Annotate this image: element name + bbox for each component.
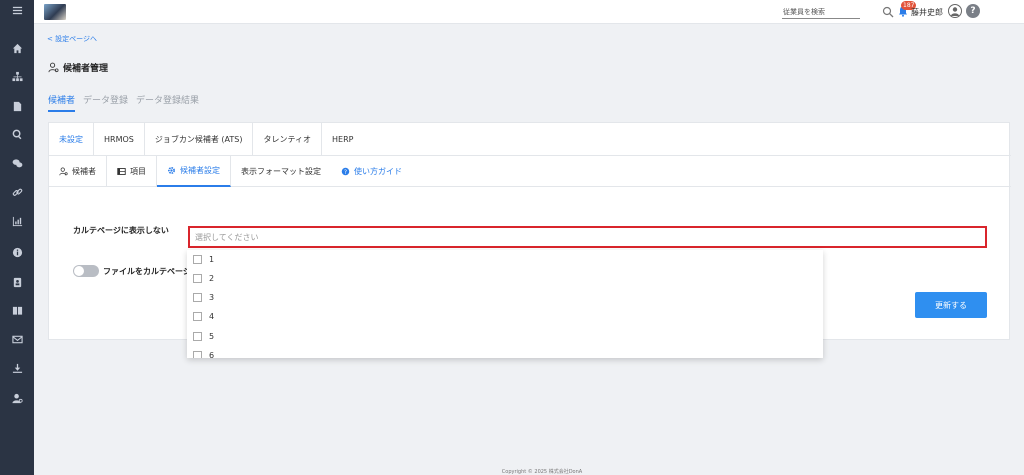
checkbox[interactable] bbox=[193, 311, 202, 321]
page-title-text: 候補者管理 bbox=[63, 64, 109, 74]
tab-herp[interactable]: HERP bbox=[322, 123, 363, 156]
info-icon[interactable] bbox=[0, 242, 34, 262]
help-icon[interactable]: ? bbox=[966, 4, 980, 18]
footer-copyright: Copyright © 2025 株式会社DonA bbox=[501, 469, 583, 475]
book-icon[interactable] bbox=[0, 300, 34, 320]
option-label: 2 bbox=[209, 273, 215, 283]
employee-search-input[interactable]: 従業員を検索 bbox=[782, 6, 860, 19]
subtab-display-format[interactable]: 表示フォーマット設定 bbox=[231, 156, 331, 187]
dropdown-option[interactable]: 4 bbox=[193, 310, 214, 322]
subtab-label: 候補者設定 bbox=[180, 166, 220, 175]
update-button[interactable]: 更新する bbox=[915, 292, 987, 318]
subtab-candidate-settings[interactable]: 候補者設定 bbox=[157, 156, 231, 187]
subtab-label: 候補者 bbox=[72, 167, 96, 176]
top-bar bbox=[34, 0, 1024, 24]
subtab-label: 項目 bbox=[130, 167, 146, 176]
sub-tabs: 候補者 項目 候補者設定 表示フォーマット設定 ? 使い方ガイド bbox=[49, 156, 1011, 187]
dropdown-option[interactable]: 3 bbox=[193, 291, 214, 303]
list-icon bbox=[117, 168, 126, 175]
tab-registration-results[interactable]: データ登録結果 bbox=[136, 93, 199, 112]
tab-data-registration[interactable]: データ登録 bbox=[83, 93, 128, 112]
dropdown-option[interactable]: 5 bbox=[193, 330, 214, 342]
dropdown-option[interactable]: 1 bbox=[193, 253, 214, 265]
avatar[interactable] bbox=[948, 4, 962, 18]
user-settings-icon bbox=[59, 167, 68, 176]
chat-icon[interactable] bbox=[0, 153, 34, 173]
file-toggle-row: ファイルをカルテページ bbox=[73, 265, 187, 277]
dropdown-option[interactable]: 2 bbox=[193, 272, 214, 284]
chart-icon[interactable] bbox=[0, 211, 34, 231]
contacts-icon[interactable] bbox=[0, 272, 34, 292]
gear-icon bbox=[168, 167, 175, 174]
select-dropdown: 1 2 3 4 5 6 bbox=[187, 250, 823, 358]
document-icon[interactable] bbox=[0, 96, 34, 116]
option-label: 4 bbox=[209, 311, 215, 321]
file-toggle-label: ファイルをカルテページ bbox=[103, 266, 187, 276]
option-label: 5 bbox=[209, 331, 215, 341]
sidebar bbox=[0, 0, 34, 475]
mail-icon[interactable] bbox=[0, 329, 34, 349]
checkbox[interactable] bbox=[193, 254, 202, 264]
option-label: 6 bbox=[209, 350, 215, 359]
tab-unset[interactable]: 未設定 bbox=[49, 123, 94, 156]
checkbox[interactable] bbox=[193, 273, 202, 283]
option-label: 1 bbox=[209, 254, 215, 264]
user-settings-icon[interactable] bbox=[0, 388, 34, 408]
search-icon[interactable] bbox=[882, 6, 894, 18]
svg-text:?: ? bbox=[344, 169, 347, 176]
org-chart-icon[interactable] bbox=[0, 66, 34, 86]
file-display-toggle[interactable] bbox=[73, 265, 99, 277]
karte-hide-select[interactable]: 選択してください bbox=[188, 226, 987, 248]
user-settings-icon bbox=[48, 62, 59, 73]
checkbox[interactable] bbox=[193, 292, 202, 302]
option-label: 3 bbox=[209, 292, 215, 302]
search-icon[interactable] bbox=[0, 124, 34, 144]
subtab-items[interactable]: 項目 bbox=[107, 156, 157, 187]
subtab-label: 表示フォーマット設定 bbox=[241, 167, 321, 176]
checkbox[interactable] bbox=[193, 331, 202, 341]
tab-jobcan-ats[interactable]: ジョブカン候補者 (ATS) bbox=[145, 123, 254, 156]
main-tabs: 候補者 データ登録 データ登録結果 bbox=[48, 93, 199, 112]
home-icon[interactable] bbox=[0, 38, 34, 58]
link-icon[interactable] bbox=[0, 182, 34, 202]
checkbox[interactable] bbox=[193, 350, 202, 358]
back-to-settings-link[interactable]: < 設定ページへ bbox=[47, 34, 97, 44]
page-title: 候補者管理 bbox=[48, 61, 108, 74]
download-icon[interactable] bbox=[0, 358, 34, 378]
subtab-usage-guide[interactable]: ? 使い方ガイド bbox=[331, 156, 412, 187]
company-logo[interactable] bbox=[44, 4, 66, 20]
subtab-candidates[interactable]: 候補者 bbox=[49, 156, 107, 187]
subtab-label: 使い方ガイド bbox=[354, 167, 402, 176]
integration-tabs: 未設定 HRMOS ジョブカン候補者 (ATS) タレンティオ HERP bbox=[49, 123, 1011, 156]
tab-candidates[interactable]: 候補者 bbox=[48, 93, 76, 112]
user-name[interactable]: 藤井史郎 bbox=[911, 7, 943, 18]
tab-talentio[interactable]: タレンティオ bbox=[253, 123, 322, 156]
karte-hide-label: カルテページに表示しない bbox=[73, 226, 169, 235]
tab-hrmos[interactable]: HRMOS bbox=[94, 123, 145, 156]
menu-icon[interactable] bbox=[0, 0, 34, 20]
question-icon: ? bbox=[341, 167, 350, 176]
dropdown-option[interactable]: 6 bbox=[193, 349, 214, 358]
